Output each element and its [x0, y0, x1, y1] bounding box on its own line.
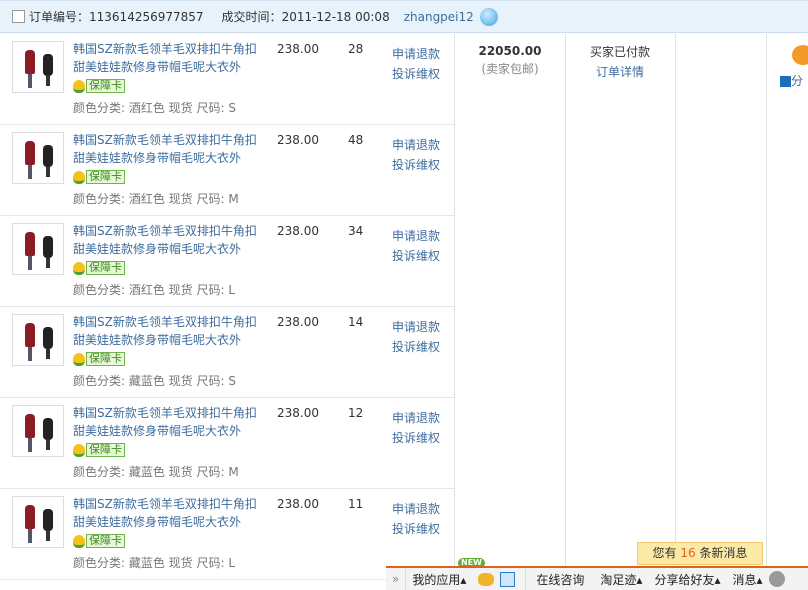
bottom-toolbar: » 我的应用▴ 在线咨询 淘足迹▴ 分享给好友▴ 消息▴: [386, 566, 808, 590]
sku-info: 颜色分类: 藏蓝色 现货 尺码: L: [73, 556, 236, 570]
online-consult[interactable]: 在线咨询: [526, 571, 594, 588]
quantity: 28: [348, 42, 364, 56]
quantity: 11: [348, 497, 364, 511]
sku-info: 颜色分类: 酒红色 现货 尺码: S: [73, 101, 236, 115]
quantity: 34: [348, 224, 364, 238]
table-row: 韩国SZ新款毛领羊毛双排扣牛角扣甜美娃娃款修身带帽毛呢大衣外 保障卡 颜色分类:…: [0, 307, 454, 398]
product-title-link[interactable]: 韩国SZ新款毛领羊毛双排扣牛角扣甜美娃娃款修身带帽毛呢大衣外: [73, 495, 258, 531]
complaint-link[interactable]: 投诉维权: [392, 337, 440, 357]
product-title-link[interactable]: 韩国SZ新款毛领羊毛双排扣牛角扣甜美娃娃款修身带帽毛呢大衣外: [73, 40, 258, 76]
quantity: 12: [348, 406, 364, 420]
product-title-link[interactable]: 韩国SZ新款毛领羊毛双排扣牛角扣甜美娃娃款修身带帽毛呢大衣外: [73, 222, 258, 258]
product-title-link[interactable]: 韩国SZ新款毛领羊毛双排扣牛角扣甜美娃娃款修身带帽毛呢大衣外: [73, 313, 258, 349]
product-thumbnail[interactable]: [12, 223, 64, 275]
shipping-note: (卖家包邮): [481, 62, 539, 76]
complaint-link[interactable]: 投诉维权: [392, 519, 440, 539]
messages-menu[interactable]: 消息▴: [727, 571, 769, 588]
guarantee-badge[interactable]: 保障卡: [73, 534, 125, 548]
quantity: 14: [348, 315, 364, 329]
share-link[interactable]: 分: [791, 74, 803, 88]
guarantee-badge[interactable]: 保障卡: [73, 170, 125, 184]
guarantee-badge[interactable]: 保障卡: [73, 443, 125, 457]
divider: [565, 34, 566, 580]
refund-link[interactable]: 申请退款: [392, 44, 440, 64]
tulip-icon: [73, 352, 85, 366]
unit-price: 238.00: [277, 133, 319, 147]
unit-price: 238.00: [277, 406, 319, 420]
tulip-icon: [73, 443, 85, 457]
new-messages-tooltip[interactable]: 您有 16 条新消息: [637, 542, 763, 565]
refund-link[interactable]: 申请退款: [392, 499, 440, 519]
divider: [766, 34, 767, 580]
quantity: 48: [348, 133, 364, 147]
unit-price: 238.00: [277, 497, 319, 511]
sku-info: 颜色分类: 酒红色 现货 尺码: L: [73, 283, 236, 297]
share-friends-menu[interactable]: 分享给好友▴: [648, 571, 726, 588]
tulip-icon: [73, 534, 85, 548]
complaint-link[interactable]: 投诉维权: [392, 155, 440, 175]
order-status: 买家已付款 订单详情: [565, 42, 675, 82]
product-thumbnail[interactable]: [12, 405, 64, 457]
promo-icon[interactable]: [792, 45, 808, 65]
order-time: 成交时间：2011-12-18 00:08: [221, 10, 390, 24]
complaint-link[interactable]: 投诉维权: [392, 246, 440, 266]
table-row: 韩国SZ新款毛领羊毛双排扣牛角扣甜美娃娃款修身带帽毛呢大衣外 保障卡 颜色分类:…: [0, 125, 454, 216]
order-number: 订单编号：113614256977857: [29, 10, 204, 24]
refund-link[interactable]: 申请退款: [392, 317, 440, 337]
share-column: 分: [780, 45, 808, 91]
group-buy-icon[interactable]: [500, 571, 516, 587]
footprint-menu[interactable]: 淘足迹▴: [594, 571, 648, 588]
order-items: 韩国SZ新款毛领羊毛双排扣牛角扣甜美娃娃款修身带帽毛呢大衣外 保障卡 颜色分类:…: [0, 34, 455, 580]
order-total: 22050.00 (卖家包邮): [455, 42, 565, 78]
complaint-link[interactable]: 投诉维权: [392, 64, 440, 84]
tulip-icon: [73, 170, 85, 184]
order-detail-link[interactable]: 订单详情: [565, 62, 675, 82]
guarantee-badge[interactable]: 保障卡: [73, 261, 125, 275]
share-icon[interactable]: [780, 76, 791, 87]
divider: [675, 34, 676, 580]
order-checkbox[interactable]: [12, 10, 25, 23]
order-header: 订单编号：113614256977857 成交时间：2011-12-18 00:…: [0, 0, 808, 33]
wangwang-icon[interactable]: [768, 571, 785, 587]
table-row: 韩国SZ新款毛领羊毛双排扣牛角扣甜美娃娃款修身带帽毛呢大衣外 保障卡 颜色分类:…: [0, 216, 454, 307]
sku-info: 颜色分类: 藏蓝色 现货 尺码: S: [73, 374, 236, 388]
status-text: 买家已付款: [589, 45, 650, 59]
product-thumbnail[interactable]: [12, 132, 64, 184]
sku-info: 颜色分类: 藏蓝色 现货 尺码: M: [73, 465, 239, 479]
guarantee-badge[interactable]: 保障卡: [73, 352, 125, 366]
unit-price: 238.00: [277, 315, 319, 329]
unit-price: 238.00: [277, 42, 319, 56]
my-apps-menu[interactable]: 我的应用▴: [406, 571, 472, 588]
total-price: 22050.00: [478, 44, 542, 58]
sku-info: 颜色分类: 酒红色 现货 尺码: M: [73, 192, 239, 206]
coins-icon[interactable]: [478, 572, 495, 586]
product-title-link[interactable]: 韩国SZ新款毛领羊毛双排扣牛角扣甜美娃娃款修身带帽毛呢大衣外: [73, 131, 258, 167]
tulip-icon: [73, 261, 85, 275]
product-thumbnail[interactable]: [12, 314, 64, 366]
product-title-link[interactable]: 韩国SZ新款毛领羊毛双排扣牛角扣甜美娃娃款修身带帽毛呢大衣外: [73, 404, 258, 440]
refund-link[interactable]: 申请退款: [392, 226, 440, 246]
tulip-icon: [73, 79, 85, 93]
guarantee-badge[interactable]: 保障卡: [73, 79, 125, 93]
expand-button[interactable]: »: [386, 572, 405, 586]
refund-link[interactable]: 申请退款: [392, 408, 440, 428]
product-thumbnail[interactable]: [12, 496, 64, 548]
unit-price: 238.00: [277, 224, 319, 238]
refund-link[interactable]: 申请退款: [392, 135, 440, 155]
wangwang-chat-icon[interactable]: [479, 7, 498, 26]
table-row: 韩国SZ新款毛领羊毛双排扣牛角扣甜美娃娃款修身带帽毛呢大衣外 保障卡 颜色分类:…: [0, 398, 454, 489]
complaint-link[interactable]: 投诉维权: [392, 428, 440, 448]
seller-link[interactable]: zhangpei12: [404, 10, 474, 24]
table-row: 韩国SZ新款毛领羊毛双排扣牛角扣甜美娃娃款修身带帽毛呢大衣外 保障卡 颜色分类:…: [0, 34, 454, 125]
product-thumbnail[interactable]: [12, 41, 64, 93]
